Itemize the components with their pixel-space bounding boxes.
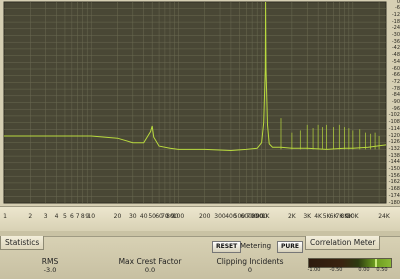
x-tick-label: 40: [139, 213, 148, 220]
y-tick-label: -24: [391, 25, 400, 32]
x-tick-label: 1: [3, 213, 7, 220]
correlation-needle: [374, 259, 377, 267]
max-crest-factor-value: 0.0: [144, 266, 156, 274]
y-tick-label: -96: [391, 105, 400, 112]
y-tick-label: -174: [388, 192, 400, 199]
y-tick-label: -72: [391, 78, 400, 85]
metering-label: Metering: [240, 242, 272, 250]
y-tick-label: -132: [388, 145, 400, 152]
y-tick-label: -12: [391, 11, 400, 18]
x-tick-label: 20: [113, 213, 122, 220]
x-tick-label: 4: [54, 213, 59, 220]
max-crest-factor-label: Max Crest Factor: [118, 257, 182, 266]
y-tick-label: -156: [388, 172, 400, 179]
x-tick-label: 10: [87, 213, 96, 220]
y-tick-label: -150: [388, 166, 400, 172]
y-tick-label: -6: [395, 5, 400, 12]
y-tick-label: -180: [388, 199, 400, 206]
y-tick-label: -144: [388, 159, 400, 166]
y-tick-label: -84: [391, 92, 400, 99]
corr-tick: 0.50: [376, 267, 388, 273]
x-tick-label: 10K: [347, 213, 359, 220]
y-tick-label: -48: [391, 52, 400, 59]
y-tick-label: -90: [391, 99, 400, 105]
x-tick-label: 8: [80, 213, 85, 220]
pure-metering-button[interactable]: PURE: [277, 241, 303, 253]
y-tick-label: 0: [396, 0, 400, 5]
y-tick-label: -36: [391, 38, 400, 45]
spectrum-plot: [3, 1, 387, 204]
corr-tick: -0.50: [329, 267, 343, 273]
x-tick-label: 6: [69, 213, 74, 220]
x-tick-label: 300: [214, 213, 226, 220]
y-tick-label: -78: [391, 85, 400, 92]
rms-value: -3.0: [43, 266, 57, 274]
x-tick-label: 3: [43, 213, 48, 220]
statistics-tab[interactable]: Statistics: [0, 236, 45, 250]
x-tick-label: 100: [172, 213, 185, 220]
y-tick-label: -126: [388, 139, 400, 146]
y-tick-label: -162: [388, 179, 400, 186]
y-tick-label: -102: [388, 112, 400, 119]
clipping-incidents-value: 0: [247, 266, 253, 274]
y-tick-label: -114: [388, 125, 400, 132]
x-tick-label: 30: [128, 213, 137, 220]
correlation-meter-tab[interactable]: Correlation Meter: [305, 236, 381, 250]
clipping-incidents-label: Clipping Incidents: [216, 257, 284, 266]
y-tick-label: -18: [391, 18, 400, 25]
y-tick-label: -30: [391, 32, 400, 38]
x-tick-label: 24K: [378, 213, 390, 220]
x-tick-label: 2: [28, 213, 33, 220]
x-tick-label: 5: [63, 213, 67, 220]
frequency-axis: 1 2 3 4 5 6 7 8 9 10 20 30 40 50 60 70 80 90 100 200 300 400 5…: [0, 206, 400, 231]
x-tick-label: 3K: [303, 213, 312, 220]
y-tick-label: -108: [388, 119, 400, 126]
y-tick-label: -54: [391, 58, 400, 65]
x-tick-label: 2K: [287, 213, 296, 220]
corr-tick: -1.00: [307, 267, 321, 273]
y-tick-label: -168: [388, 186, 400, 193]
y-tick-label: -60: [391, 65, 400, 72]
x-tick-label: 4K: [314, 213, 323, 220]
x-tick-label: 7: [75, 213, 80, 220]
x-tick-label: 1K: [261, 213, 270, 220]
reset-button[interactable]: RESET: [212, 241, 242, 253]
spectrum-analyzer: [0, 0, 400, 210]
y-tick-label: -66: [391, 72, 400, 79]
rms-label: RMS: [41, 257, 59, 266]
y-tick-label: -120: [388, 132, 400, 139]
y-tick-label: -138: [388, 152, 400, 159]
x-tick-label: 200: [198, 213, 211, 220]
y-tick-label: -42: [391, 45, 400, 52]
corr-tick: 0.00: [358, 267, 370, 273]
